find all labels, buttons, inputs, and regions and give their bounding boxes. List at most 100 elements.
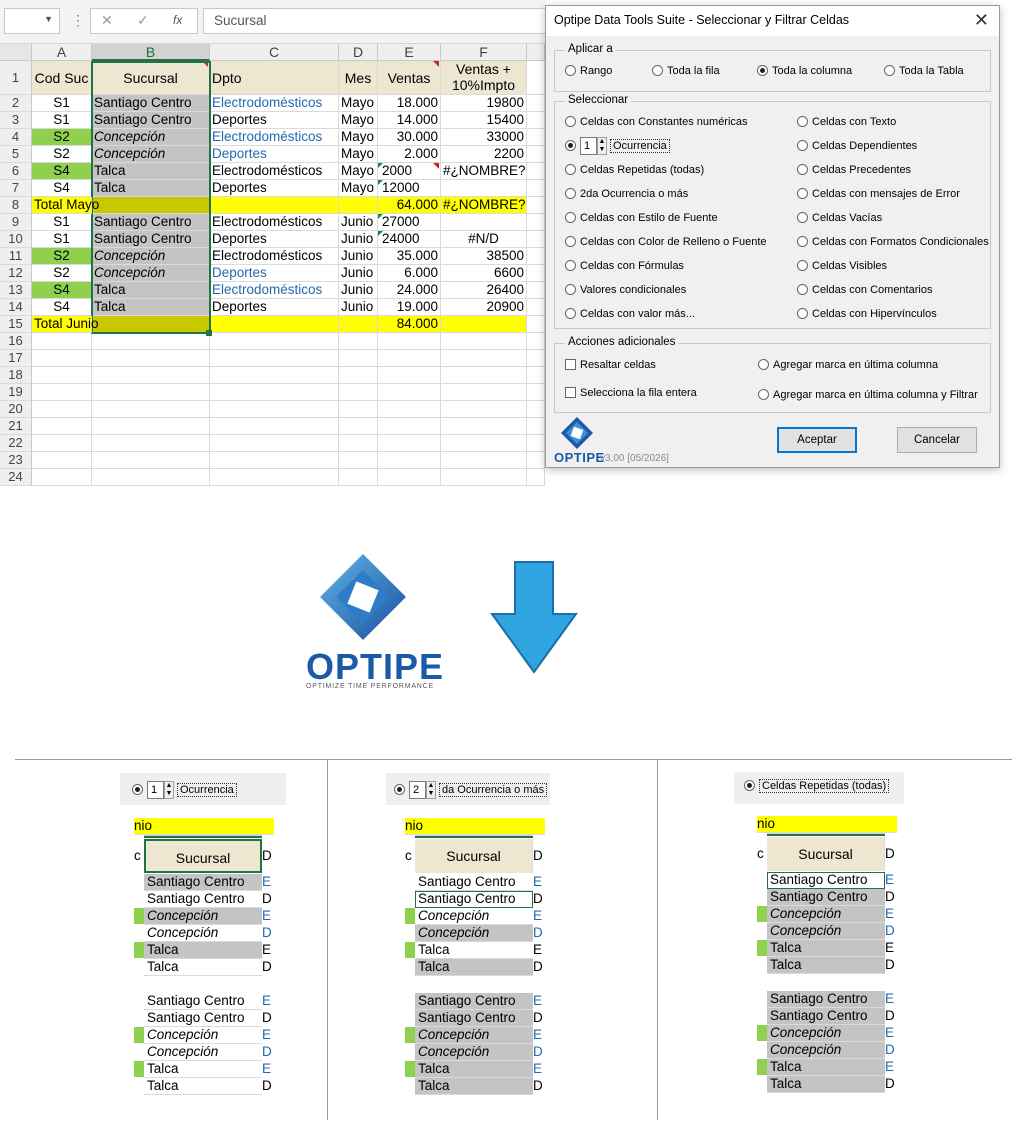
empty-cell[interactable] — [92, 469, 210, 486]
col-header-b[interactable]: B — [92, 44, 210, 61]
empty-cell[interactable] — [92, 350, 210, 367]
impto-cell[interactable]: 19800 — [441, 95, 527, 112]
row-header[interactable]: 9 — [0, 214, 32, 231]
empty-cell[interactable] — [378, 384, 441, 401]
empty-cell[interactable] — [527, 435, 545, 452]
row-header[interactable]: 17 — [0, 350, 32, 367]
mes-cell[interactable]: Junio — [339, 248, 378, 265]
empty-cell[interactable] — [210, 469, 339, 486]
empty-cell[interactable] — [441, 452, 527, 469]
total-label[interactable]: Total Mayo — [32, 197, 99, 214]
spin-value-2[interactable]: 2 — [409, 781, 426, 799]
empty-cell[interactable] — [378, 469, 441, 486]
check-resaltar[interactable]: Resaltar celdas — [565, 359, 656, 371]
row-header[interactable]: 21 — [0, 418, 32, 435]
empty-cell[interactable] — [527, 401, 545, 418]
radio-marca[interactable]: Agregar marca en última columna — [758, 359, 938, 371]
header-ventas[interactable]: Ventas — [378, 61, 441, 95]
empty-cell[interactable] — [527, 214, 545, 231]
row-header[interactable]: 7 — [0, 180, 32, 197]
ventas-cell[interactable]: 24000 — [378, 231, 441, 248]
dpto-cell[interactable]: Electrodomésticos — [210, 163, 339, 180]
empty-cell[interactable] — [210, 367, 339, 384]
empty-cell[interactable] — [527, 333, 545, 350]
row-header[interactable]: 8 — [0, 197, 32, 214]
empty-cell[interactable] — [441, 350, 527, 367]
empty-cell[interactable] — [92, 452, 210, 469]
row-header[interactable]: 14 — [0, 299, 32, 316]
cod-suc-cell[interactable]: S4 — [32, 299, 92, 316]
dpto-cell[interactable]: Electrodomésticos — [210, 95, 339, 112]
dpto-cell[interactable]: Electrodomésticos — [210, 214, 339, 231]
empty-cell[interactable] — [92, 418, 210, 435]
enter-icon[interactable]: ✓ — [137, 12, 149, 29]
impto-cell[interactable]: #N/D — [441, 231, 527, 248]
cancel-icon[interactable]: ✕ — [101, 12, 113, 29]
impto-cell[interactable]: #¿NOMBRE? — [441, 163, 527, 180]
empty-cell[interactable] — [92, 435, 210, 452]
empty-cell[interactable] — [527, 112, 545, 129]
cod-suc-cell[interactable]: S2 — [32, 265, 92, 282]
cod-suc-cell[interactable]: S4 — [32, 180, 92, 197]
radio-toda-tabla[interactable]: Toda la Tabla — [884, 65, 964, 77]
spin-value[interactable]: 1 — [580, 137, 597, 155]
empty-cell[interactable] — [32, 452, 92, 469]
ventas-cell[interactable]: 14.000 — [378, 112, 441, 129]
empty-cell[interactable] — [92, 401, 210, 418]
mes-cell[interactable]: Mayo — [339, 95, 378, 112]
header-dpto[interactable]: Dpto — [210, 61, 339, 95]
row-header[interactable]: 20 — [0, 401, 32, 418]
empty-cell[interactable] — [527, 282, 545, 299]
row-header-1-label[interactable]: 1 — [0, 61, 32, 95]
radio-rango[interactable]: Rango — [565, 65, 612, 77]
empty-cell[interactable] — [92, 333, 210, 350]
empty-cell[interactable] — [210, 452, 339, 469]
option-right-0[interactable]: Celdas con Texto — [797, 116, 896, 128]
empty-cell[interactable] — [378, 435, 441, 452]
empty-cell[interactable] — [378, 401, 441, 418]
empty-cell[interactable] — [378, 350, 441, 367]
dpto-cell[interactable]: Electrodomésticos — [210, 248, 339, 265]
option-left-0[interactable]: Celdas con Constantes numéricas — [565, 116, 748, 128]
col-header-d[interactable]: D — [339, 44, 378, 61]
empty-cell[interactable] — [32, 333, 92, 350]
cod-suc-cell[interactable]: S1 — [32, 214, 92, 231]
dpto-cell[interactable]: Deportes — [210, 146, 339, 163]
empty-cell[interactable] — [527, 452, 545, 469]
ventas-cell[interactable]: 6.000 — [378, 265, 441, 282]
mes-cell[interactable]: Mayo — [339, 112, 378, 129]
cod-suc-cell[interactable]: S2 — [32, 248, 92, 265]
mes-cell[interactable]: Junio — [339, 299, 378, 316]
row-header[interactable]: 12 — [0, 265, 32, 282]
formula-input[interactable]: Sucursal — [203, 8, 545, 34]
cod-suc-cell[interactable]: S1 — [32, 231, 92, 248]
cod-suc-cell[interactable]: S2 — [32, 146, 92, 163]
row-header[interactable]: 18 — [0, 367, 32, 384]
empty-cell[interactable] — [339, 384, 378, 401]
row-header[interactable]: 13 — [0, 282, 32, 299]
empty-cell[interactable] — [339, 452, 378, 469]
header-mes[interactable]: Mes — [339, 61, 378, 95]
empty-cell[interactable] — [527, 367, 545, 384]
empty-cell[interactable] — [378, 418, 441, 435]
total-ventas[interactable]: 64.000 — [378, 197, 441, 214]
empty-cell[interactable] — [527, 95, 545, 112]
empty-cell[interactable] — [527, 299, 545, 316]
mes-cell[interactable]: Junio — [339, 214, 378, 231]
cod-suc-cell[interactable]: S2 — [32, 129, 92, 146]
empty-cell[interactable] — [32, 367, 92, 384]
col-header-g[interactable] — [527, 44, 545, 61]
cod-suc-cell[interactable]: S4 — [32, 163, 92, 180]
header-ventas-impto[interactable]: Ventas +10%Impto — [441, 61, 527, 95]
empty-cell[interactable] — [441, 367, 527, 384]
empty-cell[interactable] — [527, 180, 545, 197]
option-left-4[interactable]: Celdas con Estilo de Fuente — [565, 212, 718, 224]
row-header[interactable]: 10 — [0, 231, 32, 248]
empty-cell[interactable] — [92, 384, 210, 401]
ventas-cell[interactable]: 12000 — [378, 180, 441, 197]
empty-cell[interactable] — [527, 265, 545, 282]
dpto-cell[interactable]: Deportes — [210, 112, 339, 129]
ventas-cell[interactable]: 2000 — [378, 163, 441, 180]
option-left-6[interactable]: Celdas con Fórmulas — [565, 260, 684, 272]
row-header[interactable]: 23 — [0, 452, 32, 469]
